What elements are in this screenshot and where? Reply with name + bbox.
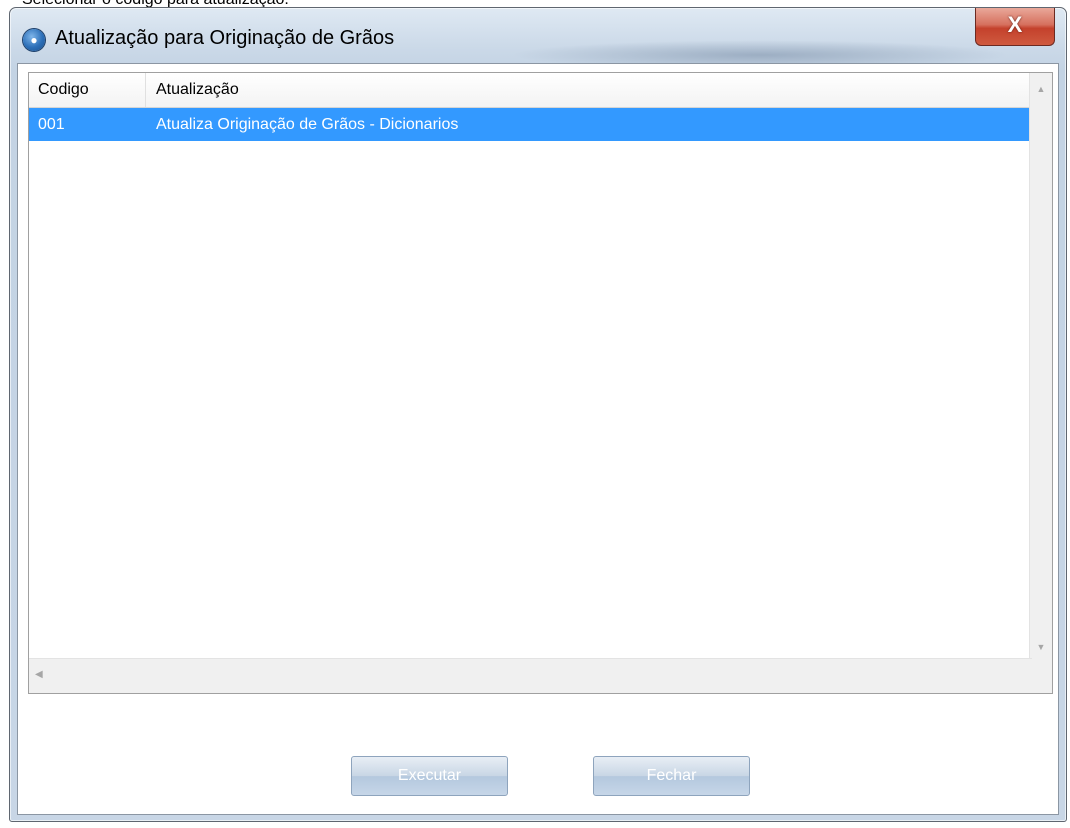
close-icon: X: [1007, 12, 1023, 37]
row-code: 001: [38, 116, 65, 133]
close-window-button[interactable]: X: [975, 8, 1055, 46]
list-row[interactable]: 001 Atualiza Originação de Grãos - Dicio…: [29, 108, 1032, 141]
title-bar[interactable]: ● Atualização para Originação de Grãos X: [10, 8, 1066, 70]
scroll-left-icon[interactable]: ◀: [35, 669, 43, 680]
scroll-corner: [1030, 659, 1052, 693]
row-update: Atualiza Originação de Grãos - Dicionari…: [156, 116, 459, 133]
column-header-atualizacao[interactable]: Atualização: [146, 73, 1032, 107]
horizontal-scrollbar[interactable]: ◀ ▶: [29, 658, 1048, 693]
client-area: Codigo Atualização 001 Atualiza Originaç…: [17, 63, 1059, 815]
dialog-window: ● Atualização para Originação de Grãos X…: [9, 7, 1067, 822]
window-title: Atualização para Originação de Grãos: [55, 27, 395, 49]
execute-button[interactable]: Executar: [351, 756, 508, 796]
column-header-codigo[interactable]: Codigo: [29, 73, 146, 107]
screen: Selecionar o código para atualização. ● …: [0, 0, 1070, 828]
list-rows: 001 Atualiza Originação de Grãos - Dicio…: [29, 108, 1032, 141]
update-list[interactable]: Codigo Atualização 001 Atualiza Originaç…: [28, 72, 1053, 694]
close-button[interactable]: Fechar: [593, 756, 750, 796]
vertical-scrollbar[interactable]: ▲ ▼: [1029, 73, 1052, 659]
scroll-down-icon[interactable]: ▼: [1030, 641, 1052, 653]
app-icon: ●: [23, 29, 45, 51]
scroll-up-icon[interactable]: ▲: [1030, 83, 1052, 95]
list-header: Codigo Atualização: [29, 73, 1032, 108]
